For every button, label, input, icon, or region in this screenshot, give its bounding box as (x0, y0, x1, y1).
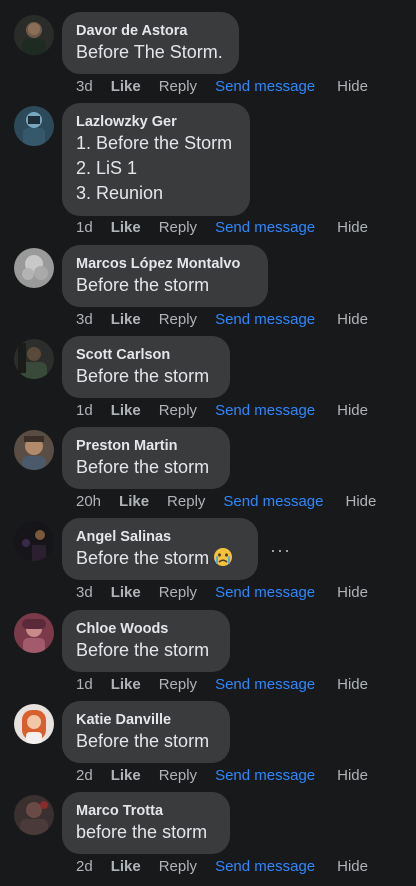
send-message-link[interactable]: Send message (215, 676, 315, 693)
comment-text: 1. Before the Storm (76, 133, 233, 153)
comment-actions: 2d Like Reply Send message Hide (76, 767, 368, 784)
comment-text: before the storm (76, 822, 208, 842)
reply-button[interactable]: Reply (159, 219, 197, 236)
comment-bubble: Davor de Astora Before The Storm. (62, 12, 239, 74)
like-button[interactable]: Like (111, 767, 141, 784)
reply-button[interactable]: Reply (159, 676, 197, 693)
avatar[interactable] (14, 430, 54, 470)
hide-button[interactable]: Hide (337, 858, 368, 875)
author-name[interactable]: Preston Martin (76, 437, 216, 455)
comment-actions: 3d Like Reply Send message Hide (76, 78, 368, 95)
comment-bubble: Lazlowzky Ger 1. Before the Storm 2. LiS… (62, 103, 250, 216)
more-options-icon[interactable]: ··· (270, 540, 291, 561)
like-button[interactable]: Like (111, 311, 141, 328)
author-name[interactable]: Lazlowzky Ger (76, 113, 236, 131)
comment-bubble: Chloe Woods Before the storm (62, 610, 230, 672)
timestamp[interactable]: 1d (76, 402, 93, 419)
hide-button[interactable]: Hide (337, 219, 368, 236)
author-name[interactable]: Angel Salinas (76, 528, 244, 546)
comment-bubble: Angel Salinas Before the storm (62, 518, 258, 580)
comment-actions: 3d Like Reply Send message Hide (76, 311, 368, 328)
comment-actions: 20h Like Reply Send message Hide (76, 493, 376, 510)
crying-face-emoji-icon (213, 547, 233, 567)
author-name[interactable]: Marco Trotta (76, 802, 216, 820)
comment-actions: 2d Like Reply Send message Hide (76, 858, 368, 875)
like-button[interactable]: Like (111, 219, 141, 236)
comment-text-value: Before the storm (76, 548, 210, 568)
send-message-link[interactable]: Send message (215, 402, 315, 419)
comment-text: 3. Reunion (76, 183, 164, 203)
avatar[interactable] (14, 339, 54, 379)
author-name[interactable]: Katie Danville (76, 711, 216, 729)
timestamp[interactable]: 20h (76, 493, 101, 510)
hide-button[interactable]: Hide (337, 78, 368, 95)
send-message-link[interactable]: Send message (215, 858, 315, 875)
avatar[interactable] (14, 106, 54, 146)
comment-actions: 1d Like Reply Send message Hide (76, 219, 368, 236)
send-message-link[interactable]: Send message (215, 78, 315, 95)
send-message-link[interactable]: Send message (223, 493, 323, 510)
reply-button[interactable]: Reply (159, 311, 197, 328)
reply-button[interactable]: Reply (159, 402, 197, 419)
avatar[interactable] (14, 15, 54, 55)
comment-bubble: Preston Martin Before the storm (62, 427, 230, 489)
avatar[interactable] (14, 248, 54, 288)
reply-button[interactable]: Reply (167, 493, 205, 510)
hide-button[interactable]: Hide (337, 402, 368, 419)
comment-actions: 1d Like Reply Send message Hide (76, 676, 368, 693)
comment-text: Before the storm (76, 366, 210, 386)
avatar[interactable] (14, 795, 54, 835)
send-message-link[interactable]: Send message (215, 767, 315, 784)
like-button[interactable]: Like (111, 78, 141, 95)
like-button[interactable]: Like (111, 584, 141, 601)
comment-text: Before the storm (76, 546, 244, 571)
comment-bubble: Scott Carlson Before the storm (62, 336, 230, 398)
reply-button[interactable]: Reply (159, 767, 197, 784)
hide-button[interactable]: Hide (337, 584, 368, 601)
timestamp[interactable]: 1d (76, 219, 93, 236)
timestamp[interactable]: 2d (76, 858, 93, 875)
comment-actions: 1d Like Reply Send message Hide (76, 402, 368, 419)
like-button[interactable]: Like (111, 858, 141, 875)
hide-button[interactable]: Hide (337, 676, 368, 693)
timestamp[interactable]: 3d (76, 584, 93, 601)
timestamp[interactable]: 1d (76, 676, 93, 693)
like-button[interactable]: Like (119, 493, 149, 510)
avatar[interactable] (14, 704, 54, 744)
send-message-link[interactable]: Send message (215, 219, 315, 236)
hide-button[interactable]: Hide (337, 767, 368, 784)
author-name[interactable]: Scott Carlson (76, 346, 216, 364)
comment-text: Before the storm (76, 640, 210, 660)
author-name[interactable]: Davor de Astora (76, 22, 225, 40)
like-button[interactable]: Like (111, 402, 141, 419)
hide-button[interactable]: Hide (337, 311, 368, 328)
timestamp[interactable]: 3d (76, 311, 93, 328)
reply-button[interactable]: Reply (159, 78, 197, 95)
send-message-link[interactable]: Send message (215, 584, 315, 601)
like-button[interactable]: Like (111, 676, 141, 693)
comment-bubble: Marco Trotta before the storm (62, 792, 230, 854)
comment-bubble: Marcos López Montalvo Before the storm (62, 245, 268, 307)
reply-button[interactable]: Reply (159, 584, 197, 601)
author-name[interactable]: Chloe Woods (76, 620, 216, 638)
comment-text: Before the storm (76, 457, 210, 477)
timestamp[interactable]: 2d (76, 767, 93, 784)
comment-bubble: Katie Danville Before the storm (62, 701, 230, 763)
avatar[interactable] (14, 521, 54, 561)
comment-text: Before The Storm. (76, 42, 223, 62)
comment-actions: 3d Like Reply Send message Hide (76, 584, 368, 601)
comment-text: 2. LiS 1 (76, 158, 138, 178)
timestamp[interactable]: 3d (76, 78, 93, 95)
comment-text: Before the storm (76, 275, 210, 295)
comment-text: Before the storm (76, 731, 210, 751)
hide-button[interactable]: Hide (345, 493, 376, 510)
avatar[interactable] (14, 613, 54, 653)
author-name[interactable]: Marcos López Montalvo (76, 255, 254, 273)
send-message-link[interactable]: Send message (215, 311, 315, 328)
reply-button[interactable]: Reply (159, 858, 197, 875)
